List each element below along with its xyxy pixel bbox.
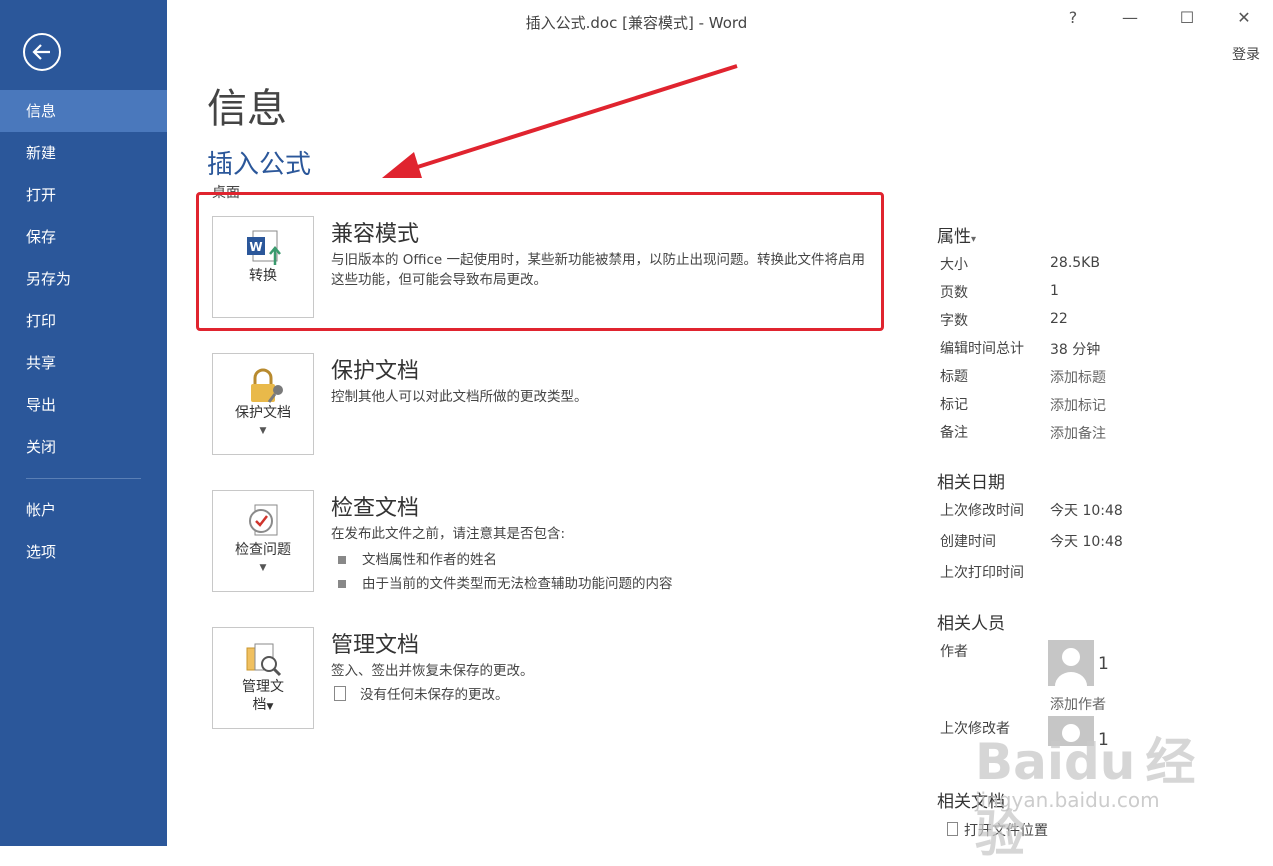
chevron-down-icon: ▼ bbox=[259, 426, 267, 436]
check-issues-label: 检查问题 bbox=[235, 542, 291, 558]
close-button[interactable]: ✕ bbox=[1229, 8, 1259, 27]
signin-link[interactable]: 登录 bbox=[1232, 44, 1260, 64]
sidebar-item-export[interactable]: 导出 bbox=[0, 384, 167, 426]
help-button[interactable]: ? bbox=[1058, 8, 1088, 27]
check-issues-button[interactable]: 检查问题 ▼ bbox=[212, 490, 314, 592]
protect-title: 保护文档 bbox=[331, 359, 420, 384]
prop-key-comments: 备注 bbox=[940, 425, 968, 441]
date-key-modified: 上次修改时间 bbox=[940, 503, 1024, 519]
author-label: 作者 bbox=[940, 644, 968, 660]
sidebar-item-open[interactable]: 打开 bbox=[0, 174, 167, 216]
date-value-modified: 今天 10:48 bbox=[1050, 503, 1123, 519]
prop-value-words: 22 bbox=[1050, 311, 1068, 327]
unsaved-changes-note: 没有任何未保存的更改。 bbox=[334, 683, 509, 703]
maximize-button[interactable]: ☐ bbox=[1172, 8, 1202, 27]
sidebar-nav: 信息 新建 打开 保存 另存为 打印 共享 导出 关闭 帐户 选项 bbox=[0, 90, 167, 573]
sidebar-item-print[interactable]: 打印 bbox=[0, 300, 167, 342]
inspect-title: 检查文档 bbox=[331, 496, 420, 521]
date-value-created: 今天 10:48 bbox=[1050, 534, 1123, 550]
bullet-icon bbox=[338, 556, 346, 564]
document-icon bbox=[947, 822, 958, 836]
protect-description: 控制其他人可以对此文档所做的更改类型。 bbox=[331, 389, 588, 405]
prop-key-pages: 页数 bbox=[940, 285, 968, 301]
lock-key-icon bbox=[251, 368, 283, 403]
bullet-icon bbox=[338, 580, 346, 588]
sidebar-item-options[interactable]: 选项 bbox=[0, 531, 167, 573]
sidebar-item-account[interactable]: 帐户 bbox=[0, 489, 167, 531]
inspect-description: 在发布此文件之前，请注意其是否包含: bbox=[331, 526, 566, 542]
arrow-left-icon bbox=[32, 44, 50, 60]
prop-key-size: 大小 bbox=[940, 257, 968, 273]
add-author-link[interactable]: 添加作者 bbox=[1050, 694, 1106, 714]
page-title: 信息 bbox=[207, 86, 287, 132]
add-title-field[interactable]: 添加标题 bbox=[1050, 367, 1106, 387]
sidebar-item-share[interactable]: 共享 bbox=[0, 342, 167, 384]
manage-title: 管理文档 bbox=[331, 633, 420, 658]
prop-value-edit-time: 38 分钟 bbox=[1050, 342, 1101, 358]
baidu-watermark: Baidu 经验 jingyan.baidu.com bbox=[975, 733, 1196, 863]
inspect-document-icon bbox=[249, 504, 278, 536]
back-button[interactable] bbox=[23, 33, 61, 71]
sidebar-item-new[interactable]: 新建 bbox=[0, 132, 167, 174]
sidebar-item-save-as[interactable]: 另存为 bbox=[0, 258, 167, 300]
manage-document-icon bbox=[246, 643, 282, 677]
minimize-button[interactable]: — bbox=[1115, 8, 1145, 27]
document-name: 插入公式 bbox=[207, 150, 312, 180]
prop-key-edit-time: 编辑时间总计 bbox=[940, 341, 1024, 357]
manage-description: 签入、签出并恢复未保存的更改。 bbox=[331, 663, 534, 679]
prop-key-words: 字数 bbox=[940, 313, 968, 329]
sidebar-item-close[interactable]: 关闭 bbox=[0, 426, 167, 468]
protect-document-button[interactable]: 保护文档 ▼ bbox=[212, 353, 314, 455]
manage-document-label: 管理文 档▼ bbox=[242, 679, 284, 713]
backstage-sidebar: 信息 新建 打开 保存 另存为 打印 共享 导出 关闭 帐户 选项 bbox=[0, 0, 167, 846]
user-icon bbox=[1055, 648, 1087, 686]
prop-key-title: 标题 bbox=[940, 369, 968, 385]
properties-header[interactable]: 属性▾ bbox=[937, 222, 976, 247]
sidebar-item-info[interactable]: 信息 bbox=[0, 90, 167, 132]
date-key-printed: 上次打印时间 bbox=[940, 565, 1024, 581]
protect-document-label: 保护文档 bbox=[235, 405, 291, 421]
annotation-arrow-icon bbox=[382, 64, 738, 178]
related-dates-header: 相关日期 bbox=[937, 473, 1005, 493]
list-item: 由于当前的文件类型而无法检查辅助功能问题的内容 bbox=[334, 572, 673, 596]
list-item: 文档属性和作者的姓名 bbox=[334, 548, 673, 572]
highlight-box bbox=[196, 192, 884, 331]
document-icon bbox=[334, 686, 346, 701]
date-key-created: 创建时间 bbox=[940, 534, 996, 550]
author-name: 1 bbox=[1098, 654, 1109, 674]
inspect-bullets: 文档属性和作者的姓名 由于当前的文件类型而无法检查辅助功能问题的内容 bbox=[334, 548, 673, 596]
prop-value-pages: 1 bbox=[1050, 283, 1059, 299]
manage-document-button[interactable]: 管理文 档▼ bbox=[212, 627, 314, 729]
prop-value-size: 28.5KB bbox=[1050, 255, 1100, 271]
add-comments-field[interactable]: 添加备注 bbox=[1050, 423, 1106, 443]
chevron-down-icon: ▼ bbox=[259, 563, 267, 573]
prop-key-tags: 标记 bbox=[940, 397, 968, 413]
avatar bbox=[1048, 640, 1094, 686]
sidebar-item-save[interactable]: 保存 bbox=[0, 216, 167, 258]
add-tags-field[interactable]: 添加标记 bbox=[1050, 395, 1106, 415]
related-people-header: 相关人员 bbox=[937, 614, 1005, 634]
sidebar-divider bbox=[26, 478, 141, 479]
